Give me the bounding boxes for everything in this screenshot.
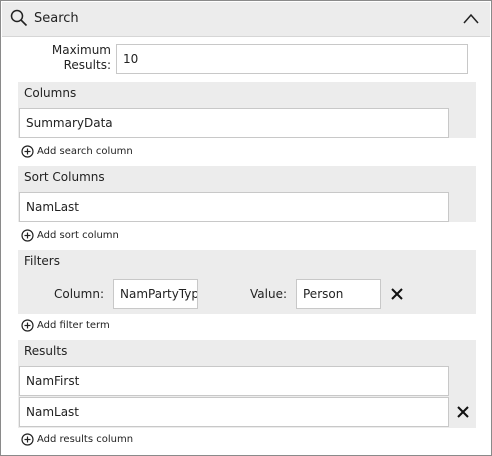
filter-value-input[interactable]: Person [296,279,381,309]
add-circle-icon [21,319,34,332]
add-circle-icon [21,145,34,158]
columns-title: Columns [24,86,77,100]
filters-title: Filters [24,254,60,268]
results-item[interactable]: NamLast [19,397,449,427]
columns-item[interactable]: SummaryData [19,108,449,138]
add-sort-column-link[interactable]: Add sort column [21,229,119,242]
sort-columns-item[interactable]: NamLast [19,192,449,222]
add-results-column-label: Add results column [37,434,134,445]
results-title: Results [24,344,68,358]
add-search-column-link[interactable]: Add search column [21,145,133,158]
search-panel-header[interactable]: Search [2,2,490,37]
add-circle-icon [21,433,34,446]
filters-section: Filters [18,250,476,314]
add-filter-term-link[interactable]: Add filter term [21,319,110,332]
filter-column-input[interactable]: NamPartyType [113,279,198,309]
search-panel: Search Maximum Results: 10 Columns Summa… [0,0,492,456]
panel-title: Search [34,11,79,26]
add-sort-column-label: Add sort column [37,230,119,241]
add-circle-icon [21,229,34,242]
results-item[interactable]: NamFirst [19,366,449,396]
chevron-up-icon[interactable] [462,11,480,30]
add-results-column-link[interactable]: Add results column [21,433,133,446]
max-results-label: Maximum Results: [51,43,111,72]
filter-column-label: Column: [54,287,104,301]
max-results-input[interactable]: 10 [116,44,468,74]
add-search-column-label: Add search column [37,146,133,157]
sort-columns-title: Sort Columns [24,170,105,184]
remove-filter-icon[interactable] [390,286,404,305]
add-filter-term-label: Add filter term [37,320,110,331]
remove-results-column-icon[interactable] [456,404,470,423]
search-icon [10,9,28,31]
filter-value-label: Value: [250,287,287,301]
